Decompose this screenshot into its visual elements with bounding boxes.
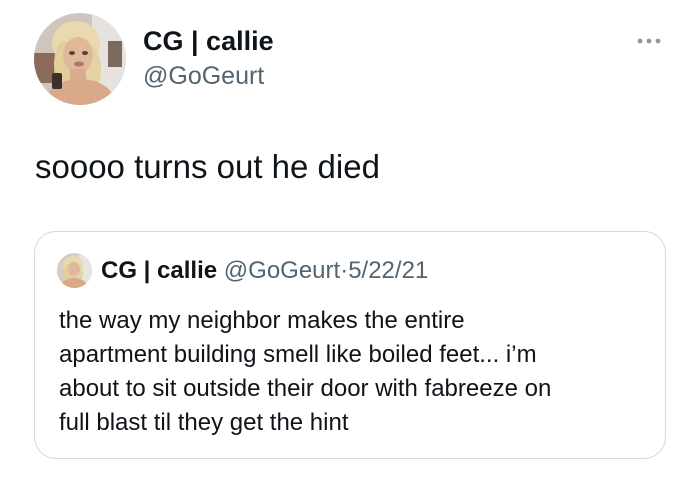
more-horizontal-icon (637, 38, 661, 44)
quoted-author-handle[interactable]: @GoGeurt (224, 257, 340, 284)
author-display-name[interactable]: CG | callie (143, 25, 274, 57)
quoted-text-line: the way my neighbor makes the entire (59, 307, 465, 334)
quoted-separator: · (340, 257, 349, 284)
quoted-tweet-date[interactable]: 5/22/21 (348, 257, 428, 284)
quoted-text-line: apartment building smell like boiled fee… (59, 341, 537, 368)
quoted-tweet-header: CG | callie @GoGeurt·5/22/21 (101, 256, 428, 286)
quoted-author-avatar[interactable] (57, 253, 92, 288)
author-avatar[interactable] (34, 13, 126, 105)
tweet-text: soooo turns out he died (35, 148, 380, 185)
avatar-photo-icon (34, 13, 126, 105)
quoted-author-display-name[interactable]: CG | callie (101, 257, 217, 284)
quoted-tweet[interactable]: CG | callie @GoGeurt·5/22/21 the way my … (34, 231, 666, 459)
more-options-button[interactable] (634, 34, 666, 48)
quoted-text-line: full blast til they get the hint (59, 409, 349, 436)
quoted-text-line: about to sit outside their door with fab… (59, 375, 552, 402)
author-handle[interactable]: @GoGeurt (143, 61, 264, 91)
quoted-tweet-text: the way my neighbor makes the entire apa… (59, 304, 659, 440)
avatar-photo-icon (57, 253, 92, 288)
tweet-card: CG | callie @GoGeurt soooo turns out he … (0, 0, 700, 483)
